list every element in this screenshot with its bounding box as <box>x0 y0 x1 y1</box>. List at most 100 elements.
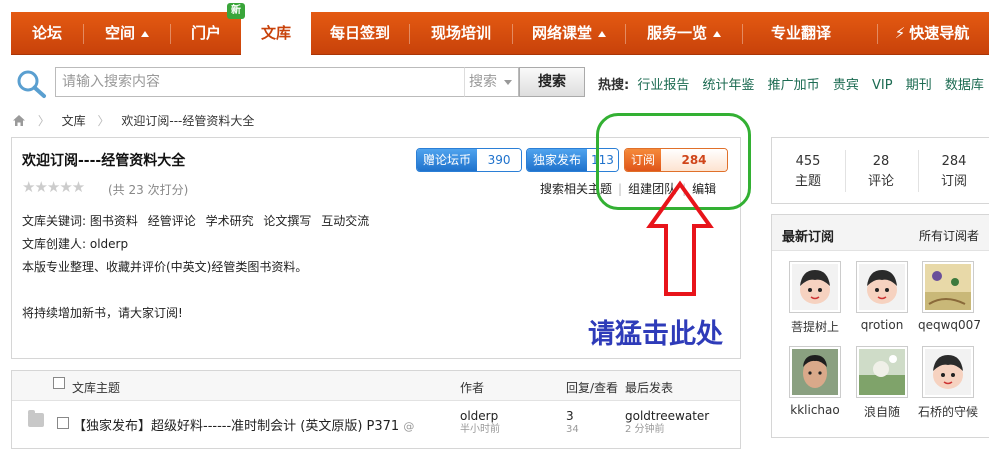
stat-comments[interactable]: 28 评论 <box>845 152 917 192</box>
subscriber-card[interactable]: 浪自随 <box>852 346 912 420</box>
author-link[interactable]: olderp <box>460 409 500 423</box>
avatar <box>789 346 841 398</box>
hot-link-vip[interactable]: VIP <box>872 78 893 93</box>
subscriber-card[interactable]: 菩提树上 <box>785 261 845 335</box>
hot-link-database[interactable]: 数据库 <box>945 78 984 93</box>
subscribers-title: 最新订阅 <box>782 230 835 245</box>
last-post-time: 2 分钟前 <box>625 424 665 435</box>
hot-link-promote[interactable]: 推广加币 <box>768 78 820 93</box>
stat-topics[interactable]: 455 主题 <box>772 152 844 192</box>
avatar <box>856 346 908 398</box>
pill-count: 390 <box>477 149 522 171</box>
pill-label: 独家发布 <box>527 149 588 171</box>
hot-search-label: 热搜: <box>598 78 630 93</box>
nav-item-services[interactable]: 服务一览 <box>626 12 742 55</box>
search-icon <box>14 68 50 100</box>
breadcrumb-current: 欢迎订阅---经管资料大全 <box>121 114 255 128</box>
search-button[interactable]: 搜索 <box>519 67 585 97</box>
new-badge: 新 <box>227 3 245 19</box>
stat-value: 28 <box>872 154 890 169</box>
nav-item-quick-nav[interactable]: ⚡ 快速导航 <box>878 12 986 55</box>
stat-label: 主题 <box>794 174 821 189</box>
caret-up-icon <box>713 30 721 37</box>
reply-count: 3 <box>566 409 574 423</box>
breadcrumb-library[interactable]: 文库 <box>62 114 86 128</box>
hot-link-journal[interactable]: 期刊 <box>906 78 932 93</box>
header-author: 作者 <box>460 381 485 395</box>
search-placeholder: 请输入搜索内容 <box>62 74 160 90</box>
stat-value: 455 <box>795 154 821 169</box>
rating-stars[interactable]: ★★★★★ <box>22 178 85 196</box>
lightning-icon: ⚡ <box>894 24 906 42</box>
search-type-select[interactable]: 搜索 <box>464 67 519 97</box>
nav-label: 空间 <box>104 24 135 42</box>
thread-title-link[interactable]: 【独家发布】超级好料------准时制会计 (英文原版) P371 @ <box>73 415 414 434</box>
nav-item-daily-checkin[interactable]: 每日签到 <box>311 12 409 55</box>
caret-up-icon <box>598 30 606 37</box>
select-all-checkbox[interactable] <box>53 377 65 389</box>
stat-subscriptions[interactable]: 284 订阅 <box>918 152 989 192</box>
nav-label: 现场培训 <box>430 24 491 42</box>
keywords-label: 文库关键词: <box>22 214 87 228</box>
thread-table: 文库主题 作者 回复/查看 最后发表 【独家发布】超级好料------准时制会计… <box>11 370 741 449</box>
thread-title[interactable]: 【独家发布】超级好料------准时制会计 (英文原版) P371 <box>73 419 399 434</box>
creator-label: 文库创建人: <box>22 237 87 251</box>
subscriber-card[interactable]: qrotion <box>852 261 912 332</box>
subscriber-name: 菩提树上 <box>790 320 839 334</box>
nav-label: 专业翻译 <box>770 24 831 42</box>
home-icon[interactable] <box>12 114 26 130</box>
nav-label: 门户 <box>190 24 221 42</box>
subscriber-card[interactable]: qeqwq007 <box>918 261 981 332</box>
caret-up-icon <box>141 30 149 37</box>
keywords-row: 文库关键词: 图书资料 经管评论 学术研究 论文撰写 互动交流 <box>22 210 375 233</box>
click-here-caption: 请猛击此处 <box>588 319 723 350</box>
view-count: 34 <box>566 424 579 435</box>
keyword-link[interactable]: 论文撰写 <box>263 214 311 228</box>
row-checkbox[interactable] <box>57 417 69 429</box>
nav-item-translation[interactable]: 专业翻译 <box>743 12 859 55</box>
header-replies-views: 回复/查看 <box>566 381 619 395</box>
nav-item-forum[interactable]: 论坛 <box>11 12 83 55</box>
thread-stats: 3 34 <box>566 409 579 437</box>
donate-coins-button[interactable]: 赠论坛币 390 <box>416 148 523 172</box>
avatar <box>922 346 974 398</box>
all-subscribers-link[interactable]: 所有订阅者 <box>919 227 979 244</box>
nav-item-onsite-training[interactable]: 现场培训 <box>410 12 512 55</box>
keyword-link[interactable]: 学术研究 <box>206 214 254 228</box>
avatar <box>789 261 841 313</box>
subscribers-header: 最新订阅 所有订阅者 <box>772 215 989 251</box>
nav-label: 论坛 <box>31 24 62 42</box>
creator-link[interactable]: olderp <box>90 237 128 251</box>
subscriber-card[interactable]: kklichao <box>785 346 845 417</box>
nav-label: 网络课堂 <box>531 24 592 42</box>
search-input[interactable]: 请输入搜索内容 <box>55 67 465 97</box>
keyword-link[interactable]: 图书资料 <box>90 214 138 228</box>
nav-item-online-course[interactable]: 网络课堂 <box>513 12 625 55</box>
nav-label: 文库 <box>260 24 291 42</box>
hot-link-vip-guest[interactable]: 贵宾 <box>833 78 859 93</box>
subscriber-card[interactable]: 石桥的守候 <box>918 346 978 420</box>
hot-link-industry-report[interactable]: 行业报告 <box>637 78 689 93</box>
library-title: 欢迎订阅----经管资料大全 <box>22 153 186 169</box>
latest-subscribers-panel: 最新订阅 所有订阅者 菩提树上 qrotion qeqwq007 kklicha… <box>771 214 989 438</box>
hot-search: 热搜: 行业报告 统计年鉴 推广加币 贵宾 VIP 期刊 数据库 <box>598 74 989 93</box>
header-last-post: 最后发表 <box>625 381 674 395</box>
avatar <box>856 261 908 313</box>
subscriber-name: qeqwq007 <box>918 318 981 332</box>
search-type-value: 搜索 <box>469 74 497 90</box>
chevron-down-icon <box>504 80 512 85</box>
subscriber-name: 石桥的守候 <box>918 405 979 419</box>
nav-item-space[interactable]: 空间 <box>84 12 170 55</box>
last-poster-link[interactable]: goldtreewater <box>625 409 709 423</box>
thread-author: olderp 半小时前 <box>460 409 500 437</box>
stat-label: 评论 <box>867 174 894 189</box>
pill-label: 赠论坛币 <box>417 149 478 171</box>
stat-label: 订阅 <box>940 174 967 189</box>
keyword-link[interactable]: 互动交流 <box>321 214 369 228</box>
breadcrumb: 〉 文库 〉 欢迎订阅---经管资料大全 <box>12 112 254 130</box>
library-note: 将持续增加新书，请大家订阅! <box>22 306 183 320</box>
keyword-link[interactable]: 经管评论 <box>148 214 196 228</box>
nav-item-library[interactable]: 文库 <box>241 12 311 56</box>
hot-link-yearbook[interactable]: 统计年鉴 <box>703 78 755 93</box>
library-details: 文库关键词: 图书资料 经管评论 学术研究 论文撰写 互动交流 文库创建人: o… <box>22 210 375 325</box>
